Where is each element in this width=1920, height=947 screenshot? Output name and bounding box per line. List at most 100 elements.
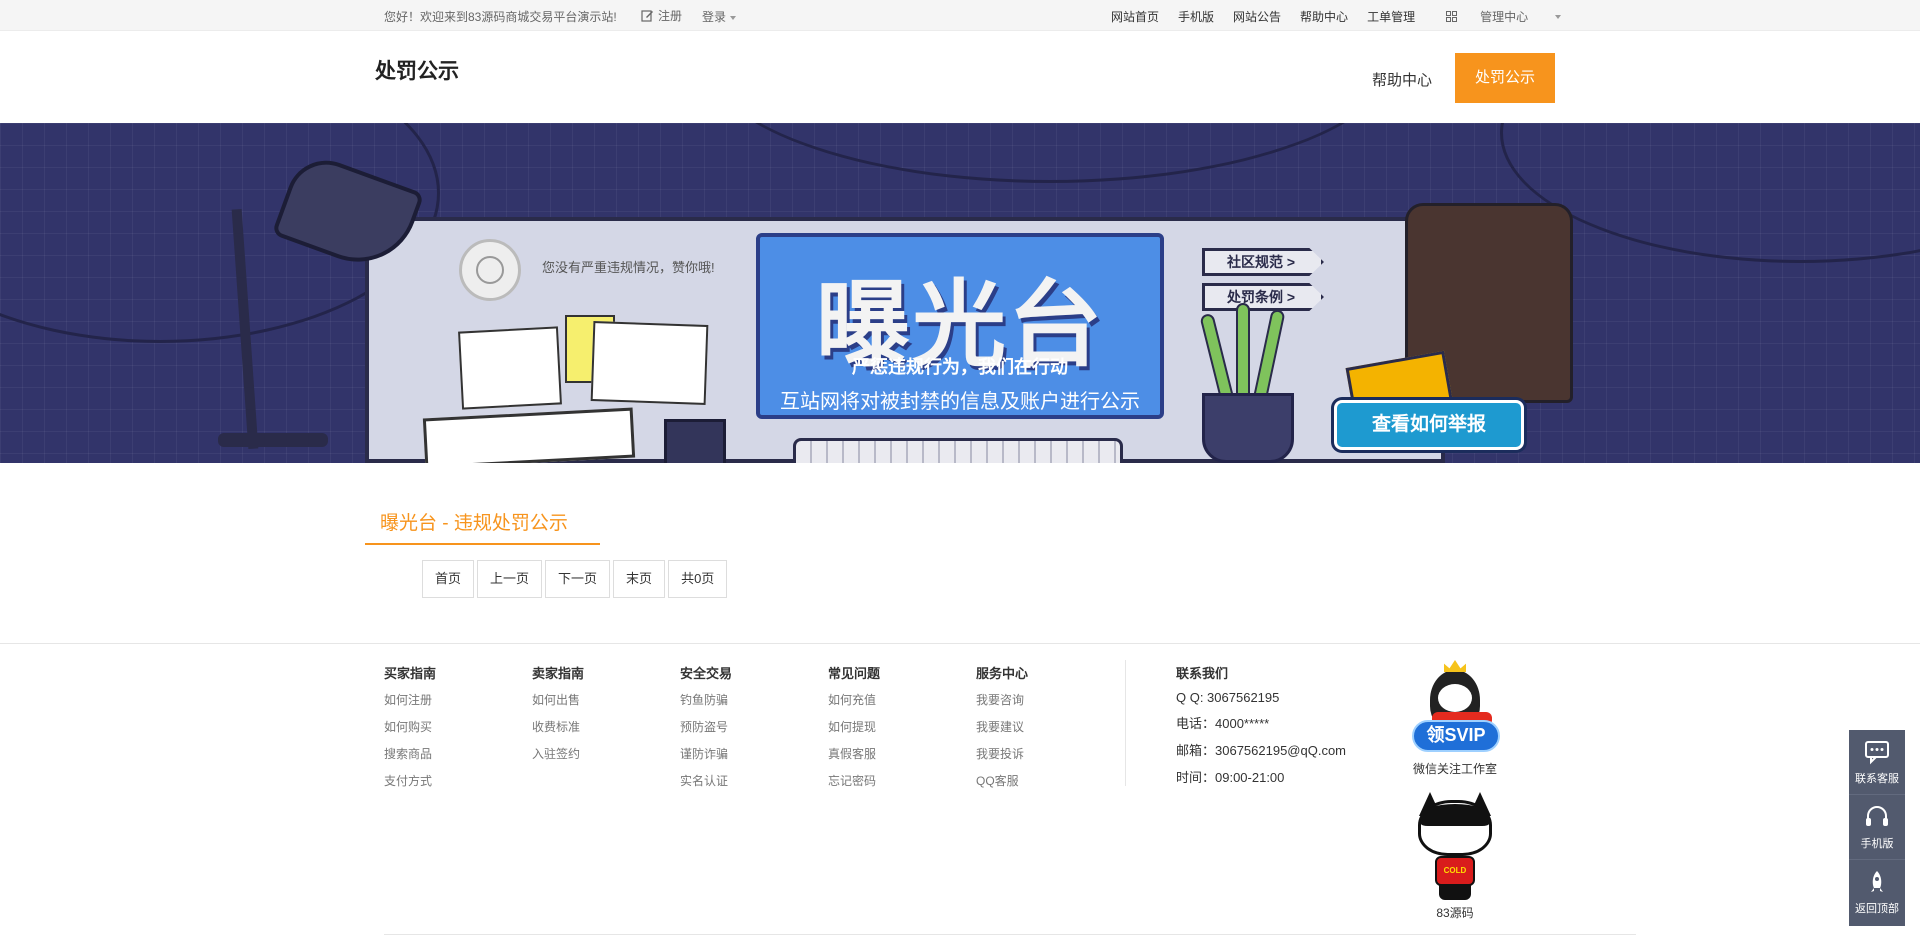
admin-center-dropdown[interactable]: 管理中心 [1446,8,1580,25]
footer-link[interactable]: 我要咨询 [976,691,1028,708]
brand-mascot-block: COLD 83源码 [1410,792,1500,921]
contact-info: 联系我们 Q Q: 3067562195 电话：4000***** 邮箱：306… [1176,663,1346,794]
violation-notice: 您没有严重违规情况，赞你哦! [542,260,715,275]
top-nav: 网站首页 手机版 网站公告 帮助中心 工单管理 管理中心 [1111,8,1599,25]
tv-description: 互站网将对被封禁的信息及账户进行公示 [780,391,1140,413]
chevron-down-icon [730,15,737,20]
top-bar: 您好！欢迎来到83源码商城交易平台演示站! 注册 登录 网站首页 手机版 网站公… [0,0,1920,31]
footer-link[interactable]: 如何出售 [532,691,584,708]
cat-mascot-icon: COLD [1415,792,1495,902]
brand-label: 83源码 [1436,906,1474,920]
contact-hours: 时间：09:00-21:00 [1176,770,1285,785]
contact-phone: 电话：4000***** [1176,716,1270,731]
section-title-tab: 曝光台 - 违规处罚公示 [365,505,600,545]
wechat-qr-block[interactable]: 领SVIP 微信关注工作室 [1407,660,1503,777]
login-dropdown[interactable]: 登录 [702,8,737,25]
footer-link[interactable]: 如何购买 [384,718,436,735]
penalty-rules-sign[interactable]: 处罚条例 > [1202,283,1324,311]
footer-col-service: 服务中心 我要咨询 我要建议 我要投诉 QQ客服 [976,663,1028,799]
footer-vertical-divider [1125,660,1126,786]
topnav-mobile[interactable]: 手机版 [1178,8,1214,25]
dock-mobile-label: 手机版 [1860,838,1894,850]
register-label: 注册 [658,9,683,23]
footer-col-title: 常见问题 [828,666,881,681]
welcome-text: 您好！欢迎来到83源码商城交易平台演示站! [384,10,617,24]
page-header: 处罚公示 帮助中心 处罚公示 [0,31,1920,123]
topnav-tickets[interactable]: 工单管理 [1367,8,1415,25]
footer-link[interactable]: 如何提现 [828,718,880,735]
footer-link[interactable]: 预防盗号 [680,718,732,735]
footer-link[interactable]: 真假客服 [828,745,880,762]
footer-col-seller: 卖家指南 如何出售 收费标准 入驻签约 [532,663,584,772]
wechat-qr-label: 微信关注工作室 [1412,762,1497,776]
pagination: 首页 上一页 下一页 末页 共0页 [422,560,728,598]
footer-col-title: 买家指南 [384,666,437,681]
note-paper [458,326,562,410]
headset-icon [1866,806,1888,826]
footer-link[interactable]: 收费标准 [532,718,584,735]
header-penalty-link[interactable]: 处罚公示 [1455,53,1555,103]
side-dock: 联系客服 手机版 返回顶部 [1849,730,1905,926]
exposure-banner: 您没有严重违规情况，赞你哦! 曝光台 严惩违规行为，我们在行动 互站网将对被封禁… [0,123,1920,463]
dock-contact-service[interactable]: 联系客服 [1849,730,1905,795]
tv-slogan: 严惩违规行为，我们在行动 [852,357,1068,377]
footer-bottom-divider [384,934,1636,935]
footer-link[interactable]: 谨防诈骗 [680,745,732,762]
plant-leaf [1236,303,1250,403]
topnav-help[interactable]: 帮助中心 [1300,8,1348,25]
penguin-mascot-icon: 领SVIP [1410,660,1500,754]
footer-link[interactable]: 搜索商品 [384,745,436,762]
footer-link[interactable]: QQ客服 [976,772,1028,789]
lamp-base [218,433,328,447]
admin-center-label: 管理中心 [1480,10,1529,24]
footer-link[interactable]: 支付方式 [384,772,436,789]
header-help-link[interactable]: 帮助中心 [1372,69,1432,90]
svip-badge: 领SVIP [1412,720,1500,752]
footer-link[interactable]: 实名认证 [680,772,732,789]
topnav-home[interactable]: 网站首页 [1111,8,1159,25]
dock-mobile[interactable]: 手机版 [1849,795,1905,860]
pen-cup [664,419,726,463]
topnav-announcement[interactable]: 网站公告 [1233,8,1281,25]
pager-prev[interactable]: 上一页 [477,560,543,598]
pager-last[interactable]: 末页 [613,560,666,598]
footer-col-safety: 安全交易 钓鱼防骗 预防盗号 谨防诈骗 实名认证 [680,663,732,799]
footer-col-faq: 常见问题 如何充值 如何提现 真假客服 忘记密码 [828,663,880,799]
contact-email: 邮箱：3067562195@qQ.com [1176,743,1347,758]
paper-stack [422,407,636,463]
pager-next[interactable]: 下一页 [545,560,611,598]
plant-pot [1202,393,1294,463]
community-rules-sign[interactable]: 社区规范 > [1202,248,1324,276]
pager-first[interactable]: 首页 [422,560,475,598]
dock-contact-label: 联系客服 [1855,773,1899,785]
footer-link[interactable]: 忘记密码 [828,772,880,789]
footer-link[interactable]: 钓鱼防骗 [680,691,732,708]
login-label: 登录 [702,10,727,24]
note-paper [590,321,709,405]
footer-link[interactable]: 如何充值 [828,691,880,708]
how-to-report-button[interactable]: 查看如何举报 [1334,400,1524,450]
footer-link[interactable]: 我要建议 [976,718,1028,735]
contact-qq: Q Q: 3067562195 [1176,690,1280,705]
footer-col-title: 服务中心 [976,666,1029,681]
chat-icon [1865,741,1889,765]
section-title-text: 曝光台 - 违规处罚公示 [380,513,568,534]
footer-link[interactable]: 入驻签约 [532,745,584,762]
footer-divider [0,643,1920,644]
footer-col-title: 安全交易 [680,666,733,681]
register-link[interactable]: 注册 [641,7,682,24]
chevron-down-icon [1555,14,1562,19]
footer-col-title: 卖家指南 [532,666,585,681]
exposure-tv-board: 曝光台 严惩违规行为，我们在行动 互站网将对被封禁的信息及账户进行公示 [756,233,1164,419]
keyboard-illustration [793,438,1123,463]
footer-link[interactable]: 我要投诉 [976,745,1028,762]
contact-title: 联系我们 [1176,666,1229,681]
pager-total: 共0页 [668,560,728,598]
page-title: 处罚公示 [375,60,459,83]
user-avatar-icon [459,239,521,301]
mascot-shirt-text: COLD [1435,856,1475,886]
rocket-icon [1871,871,1883,892]
dock-back-to-top[interactable]: 返回顶部 [1849,860,1905,925]
grid-icon [1446,11,1458,22]
footer-link[interactable]: 如何注册 [384,691,436,708]
